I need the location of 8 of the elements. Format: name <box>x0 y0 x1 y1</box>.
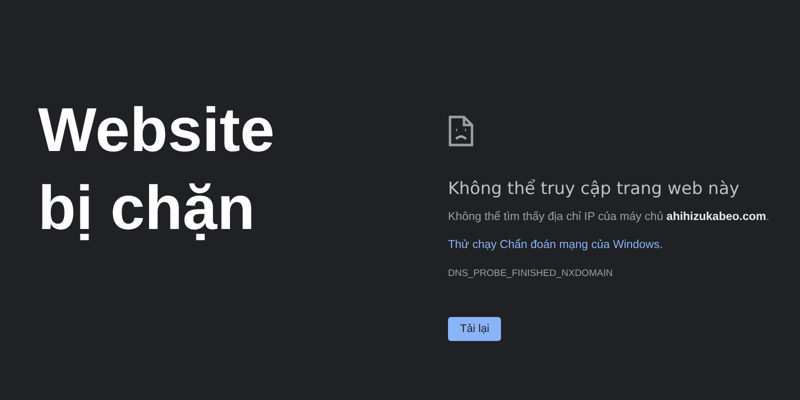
reload-button[interactable]: Tải lại <box>448 317 502 341</box>
error-code: DNS_PROBE_FINISHED_NXDOMAIN <box>448 268 613 279</box>
error-title: Không thể truy cập trang web này <box>448 179 740 199</box>
sad-page-icon <box>448 115 474 147</box>
diagnostics-link[interactable]: Thử chạy Chẩn đoán mạng của Windows. <box>448 239 663 251</box>
error-message: Không thể tìm thấy địa chỉ IP của máy chủ ahihizukabeo.com. <box>448 211 770 223</box>
headline-text: bị chặn <box>38 173 256 245</box>
headline-text: Website <box>38 95 275 167</box>
